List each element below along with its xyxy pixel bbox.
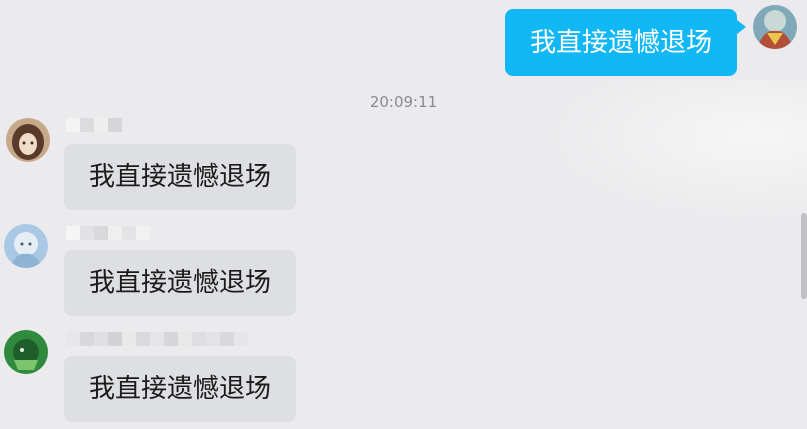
self-avatar[interactable] [753, 5, 797, 49]
message-text: 我直接遗憾退场 [88, 162, 271, 192]
sender-name-blurred [66, 226, 150, 240]
message-text: 我直接遗憾退场 [529, 27, 712, 58]
message-text: 我直接遗憾退场 [88, 374, 271, 404]
message-bubble-member-2[interactable]: 我直接遗憾退场 [64, 250, 296, 316]
self-bubble-tail [737, 20, 746, 34]
chat-scrollbar[interactable] [801, 213, 807, 299]
member-avatar-1[interactable] [6, 118, 50, 162]
message-bubble-member-1[interactable]: 我直接遗憾退场 [64, 144, 296, 210]
message-bubble-self[interactable]: 我直接遗憾退场 [505, 9, 737, 76]
message-text: 我直接遗憾退场 [88, 268, 271, 298]
sender-name-blurred [66, 332, 248, 346]
message-bubble-member-3[interactable]: 我直接遗憾退场 [64, 356, 296, 422]
sender-name-blurred [66, 118, 122, 132]
timestamp-text: 20:09:11 [369, 93, 438, 111]
message-timestamp: 20:09:11 [0, 93, 807, 111]
member-avatar-3[interactable] [4, 330, 48, 374]
member-avatar-2[interactable] [4, 224, 48, 268]
